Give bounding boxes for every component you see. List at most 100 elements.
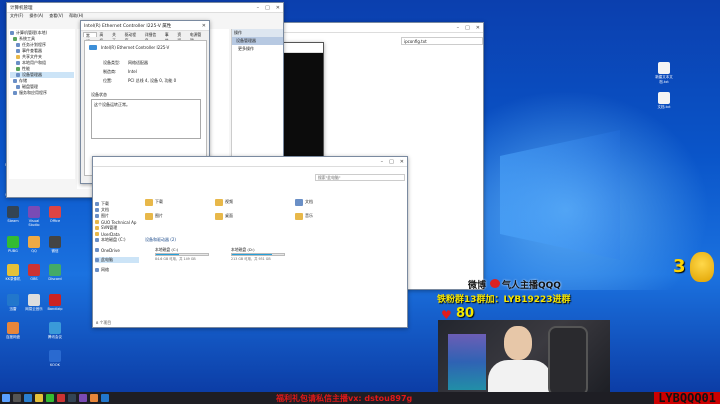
desktop-icon[interactable]: 百度网盘 [3,322,23,340]
drives-header[interactable]: 设备和驱动器 (2) [145,237,176,243]
actions-item[interactable]: 更多操作 [232,45,283,53]
taskbar-app-icon[interactable] [68,394,76,402]
desktop-icon[interactable]: KOOK [45,350,65,367]
maximize-icon[interactable]: □ [265,5,270,11]
menu-bar: 文件(F) 操作(A) 查看(V) 帮助(H) [7,13,283,19]
start-icon[interactable] [2,394,10,402]
folder-item[interactable]: 下载 [145,197,163,207]
folder-item[interactable]: 音乐 [295,211,313,221]
nav-item-selected[interactable]: 此电脑 [95,257,139,263]
desktop-icon[interactable]: OBS [24,264,44,281]
nav-item[interactable]: OneDrive [95,247,139,253]
network-adapter-icon [89,45,97,50]
taskbar-app-icon[interactable] [90,394,98,402]
tab-general[interactable]: 常规 [83,32,97,44]
title-bar [283,43,323,53]
drive-item[interactable]: 本地磁盘 (C:) 84.6 GB 可用，共 149 GB [145,247,211,261]
desktop-file-icon[interactable]: 文档.txt [654,92,674,110]
close-icon[interactable]: ✕ [400,159,404,165]
tab-events[interactable]: 事件 [163,32,175,43]
status-group-label: 设备状态 [91,92,107,97]
search-icon[interactable] [13,394,21,402]
weibo-icon [490,279,500,288]
drive-bar-fill [156,254,179,255]
nav-pane: 下载 文档 图片 GUO Technical Ap SVN管理 UserData… [95,201,139,317]
status-textbox: 这个设备运转正常。 [91,99,201,139]
desktop-icon[interactable]: PUBG [3,236,23,253]
desktop-icon[interactable]: 微信 [45,236,65,254]
menu-view[interactable]: 查看(V) [49,13,63,19]
desktop-icon[interactable]: Office [45,206,65,223]
explorer-window[interactable]: – □ ✕ 搜索"此电脑" 下载 文档 图片 GUO Technical Ap SV… [92,156,408,328]
desktop-icon[interactable]: Steam [3,206,23,223]
search-box[interactable]: 搜索"此电脑" [315,174,405,181]
tab-resources[interactable]: 资源 [175,32,187,43]
tab-power[interactable]: 电源管理 [188,32,207,43]
field-row: 制造商: Intel [103,69,137,74]
heart-count: 80 [456,306,475,321]
desktop-icon[interactable]: Discord [45,264,65,281]
side-number: 3 [673,256,686,277]
weibo-label: 微博 [468,281,487,291]
search-input[interactable]: ipconfig.txt [401,37,483,45]
taskbar-app-icon[interactable] [24,394,32,402]
minimize-icon[interactable]: – [381,159,384,165]
nav-item[interactable]: 本地磁盘 (C:) [95,237,139,243]
nav-item[interactable]: 网络 [95,267,139,273]
desktop-icon[interactable]: Visual Studio [24,206,44,227]
marquee-text: 福利礼包请私信主播vx: dstou897g [276,394,413,403]
mascot-sticker [690,252,714,282]
title-bar: 计算机管理 – □ ✕ [7,3,283,13]
taskbar-app-icon[interactable] [79,394,87,402]
maximize-icon[interactable]: □ [389,159,394,165]
minimize-icon[interactable]: – [457,25,460,31]
tab-driver[interactable]: 驱动程序 [123,32,142,43]
desktop-icon[interactable]: 迅雷 [3,294,23,312]
drive-free: 213 GB 可用，共 931 GB [231,257,271,261]
desktop-icon[interactable]: KK录像机 [3,264,23,282]
title-bar: – □ ✕ [93,157,407,167]
device-header: Intel(R) Ethernet Controller I225-V [85,41,206,54]
window-title: 计算机管理 [10,5,33,11]
drive-bar-fill [232,254,273,255]
taskbar-app-icon[interactable] [46,394,54,402]
taskbar-app-icon[interactable] [101,394,109,402]
tab-advanced[interactable]: 高级 [98,32,110,43]
fan-group-text: 铁粉群13群加：LYB19223进群 [437,295,571,305]
close-icon[interactable]: ✕ [202,23,206,29]
pc-case [448,334,486,390]
tree-pane: 计算机管理(本地) 系统工具 任务计划程序 事件查看器 共享文件夹 本地用户和组… [9,29,75,179]
dialog-title: Intel(R) Ethernet Controller I225-V 属性 [84,23,172,29]
maximize-icon[interactable]: □ [465,25,470,31]
menu-help[interactable]: 帮助(H) [69,13,83,19]
desktop-icon[interactable]: 网易云音乐 [24,294,44,312]
menu-file[interactable]: 文件(F) [10,13,23,19]
tab-details[interactable]: 详细信息 [143,32,162,43]
folder-item[interactable]: 视频 [215,197,233,207]
folder-item[interactable]: 桌面 [215,211,233,221]
gaming-chair [548,326,588,396]
desktop-icon[interactable]: 腾讯会议 [45,322,65,340]
drive-item[interactable]: 本地磁盘 (D:) 213 GB 可用，共 931 GB [221,247,287,261]
folder-item[interactable]: 图片 [145,211,163,221]
desktop-icon[interactable]: QQ [24,236,44,253]
actions-item[interactable]: 设备管理器 [232,37,283,45]
field-row: 设备类型: 网络适配器 [103,60,148,65]
tab-about[interactable]: 关于 [110,32,122,43]
tab-strip: 常规 高级 关于 驱动程序 详细信息 事件 资源 电源管理 [81,31,209,44]
minimize-icon[interactable]: – [257,5,260,11]
desktop-file-icon[interactable]: 新建文本文档.txt [654,62,674,85]
field-row: 位置: PCI 总线 4, 设备 0, 功能 0 [103,78,177,83]
tree-item[interactable]: 服务和应用程序 [10,90,74,96]
taskbar-app-icon[interactable] [57,394,65,402]
status-bar: 8 个项目 [96,320,112,325]
taskbar-app-icon[interactable] [35,394,43,402]
streamer-head [504,326,532,360]
folder-item[interactable]: 文档 [295,197,313,207]
room-label: LYBQQQ01 [654,391,720,405]
host-name: 气人主播QQQ [502,281,561,291]
desktop-icon[interactable]: Bandizip [45,294,65,311]
menu-action[interactable]: 操作(A) [29,13,43,19]
close-icon[interactable]: ✕ [276,5,280,11]
close-icon[interactable]: ✕ [476,25,480,31]
